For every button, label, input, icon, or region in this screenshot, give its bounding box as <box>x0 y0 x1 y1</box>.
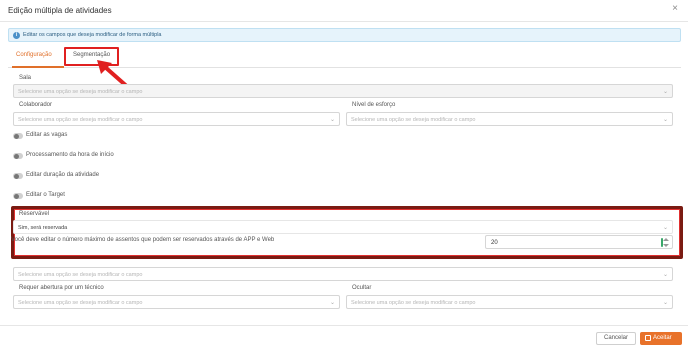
dialog-title: Edição múltipla de atividades <box>8 6 112 15</box>
assentos-label: Você deve editar o número máximo de asse… <box>11 237 275 243</box>
info-text: Editar os campos que deseja modificar de… <box>23 32 162 38</box>
active-tab-indicator <box>12 66 64 68</box>
info-banner: i Editar os campos que deseja modificar … <box>8 28 681 42</box>
requer-abertura-select[interactable]: Selecione uma opção se deseja modificar … <box>13 295 340 309</box>
cancel-button[interactable]: Cancelar <box>596 332 636 345</box>
nivel-esforco-label: Nível de esforço <box>352 102 396 108</box>
spinner-down-icon[interactable] <box>663 244 669 247</box>
chevron-down-icon: ⌄ <box>662 117 668 123</box>
chevron-down-icon: ⌄ <box>662 300 668 306</box>
editar-target-label: Editar o Target <box>26 192 65 198</box>
colaborador-label: Colaborador <box>19 102 53 108</box>
requer-abertura-label: Requer abertura por um técnico <box>19 285 104 291</box>
chevron-down-icon: ⌄ <box>662 225 668 231</box>
editar-vagas-toggle[interactable] <box>13 133 23 139</box>
colaborador-select[interactable]: Selecione uma opção se deseja modificar … <box>13 112 340 126</box>
spinner-up-icon[interactable] <box>663 238 669 241</box>
reservavel-label: Reservável <box>19 211 50 217</box>
ocultar-placeholder: Selecione uma opção se deseja modificar … <box>351 300 476 306</box>
hidden-field-placeholder: Selecione uma opção se deseja modificar … <box>18 272 143 278</box>
ocultar-select[interactable]: Selecione uma opção se deseja modificar … <box>346 295 673 309</box>
chevron-down-icon: ⌄ <box>662 272 668 278</box>
sala-label: Sala <box>19 75 32 81</box>
reservavel-value: Sim, será reservada <box>18 225 68 231</box>
chevron-down-icon: ⌄ <box>329 117 335 123</box>
sala-placeholder: Selecione uma opção se deseja modificar … <box>18 89 143 95</box>
colaborador-placeholder: Selecione uma opção se deseja modificar … <box>18 117 143 123</box>
editar-target-toggle[interactable] <box>13 193 23 199</box>
dialog-header: Edição múltipla de atividades × <box>0 0 688 22</box>
requer-abertura-placeholder: Selecione uma opção se deseja modificar … <box>18 300 143 306</box>
ocultar-label: Ocultar <box>352 285 372 291</box>
processamento-hora-label: Processamento da hora de início <box>26 152 114 158</box>
save-icon <box>645 335 651 341</box>
reservavel-select[interactable]: Sim, será reservada ⌄ <box>13 220 673 234</box>
editar-duracao-label: Editar duração da atividade <box>26 172 100 178</box>
sala-select[interactable]: Selecione uma opção se deseja modificar … <box>13 84 673 98</box>
spinner-icon[interactable] <box>663 238 669 247</box>
dialog-footer <box>0 325 688 349</box>
nivel-esforco-placeholder: Selecione uma opção se deseja modificar … <box>351 117 476 123</box>
editar-vagas-label: Editar as vagas <box>26 132 68 138</box>
info-icon: i <box>13 32 20 39</box>
nivel-esforco-select[interactable]: Selecione uma opção se deseja modificar … <box>346 112 673 126</box>
chevron-down-icon: ⌄ <box>662 89 668 95</box>
chevron-down-icon: ⌄ <box>329 300 335 306</box>
hidden-field-select[interactable]: Selecione uma opção se deseja modificar … <box>13 267 673 281</box>
assentos-value: 20 <box>491 239 498 246</box>
assentos-number-input[interactable]: 20 <box>485 235 673 249</box>
tab-configuracao[interactable]: Configuração <box>16 52 52 58</box>
editar-duracao-toggle[interactable] <box>13 173 23 179</box>
processamento-hora-toggle[interactable] <box>13 153 23 159</box>
close-icon[interactable]: × <box>672 4 678 14</box>
